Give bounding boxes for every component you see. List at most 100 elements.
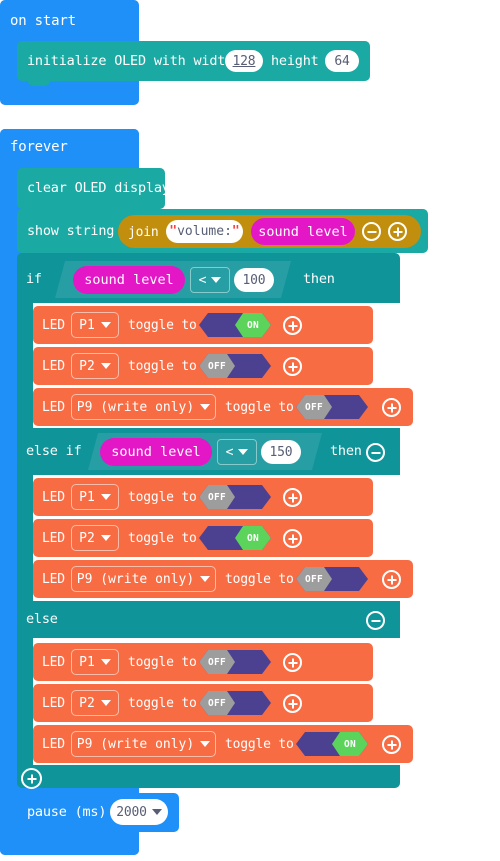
led-add-input-button[interactable]: [283, 653, 302, 672]
pause-label: pause (ms): [27, 804, 107, 820]
chevron-down-icon: [238, 449, 249, 455]
chevron-down-icon: [211, 277, 222, 283]
join-label: join: [128, 225, 159, 240]
sound-level-variable[interactable]: sound level: [251, 218, 355, 245]
led-prefix-label: LED: [42, 318, 65, 333]
led-mid-label: toggle to: [128, 655, 197, 670]
led-mid-label: toggle to: [225, 572, 294, 587]
pause-value-field[interactable]: 2000: [110, 799, 168, 825]
led-state-toggle[interactable]: OFF: [199, 354, 271, 378]
led-pin-label: P9 (write only): [76, 736, 195, 752]
block-notch: [28, 168, 50, 173]
else-if-operator-dropdown[interactable]: <: [217, 439, 257, 465]
led-pin-dropdown[interactable]: P9 (write only): [71, 731, 216, 757]
led-mid-label: toggle to: [225, 737, 294, 752]
else-if-then-label: then: [330, 443, 362, 459]
block-notch: [44, 684, 66, 689]
led-prefix-label: LED: [42, 400, 65, 415]
else-if-condition-variable[interactable]: sound level: [100, 438, 212, 466]
on-start-label: on start: [10, 13, 76, 29]
chevron-down-icon: [100, 322, 111, 328]
add-branch-button[interactable]: [21, 768, 42, 789]
block-notch: [44, 347, 66, 352]
led-pin-label: P2: [79, 358, 95, 374]
led-state-toggle[interactable]: OFF: [199, 650, 271, 674]
block-notch: [28, 253, 50, 258]
chevron-down-icon: [100, 494, 111, 500]
forever-bottom-cap: [0, 832, 139, 855]
chevron-down-icon: [200, 404, 211, 410]
chevron-down-icon: [100, 535, 111, 541]
join-string-value: volume:: [177, 224, 232, 239]
led-mid-label: toggle to: [128, 531, 197, 546]
if-operator-label: <: [198, 272, 207, 288]
led-mid-label: toggle to: [225, 400, 294, 415]
clear-oled-label: clear OLED display: [27, 180, 170, 196]
oled-width-field[interactable]: 128: [225, 50, 263, 72]
if-condition-variable[interactable]: sound level: [73, 266, 185, 294]
led-pin-dropdown[interactable]: P1: [71, 649, 119, 675]
led-state-toggle[interactable]: OFF: [296, 567, 368, 591]
led-pin-dropdown[interactable]: P1: [71, 312, 119, 338]
if-operator-dropdown[interactable]: <: [190, 267, 230, 293]
led-add-input-button[interactable]: [382, 570, 401, 589]
remove-else-button[interactable]: [366, 611, 385, 630]
led-pin-dropdown[interactable]: P2: [71, 353, 119, 379]
led-state-toggle[interactable]: OFF: [296, 395, 368, 419]
led-prefix-label: LED: [42, 490, 65, 505]
led-state-toggle[interactable]: OFF: [199, 485, 271, 509]
led-pin-dropdown[interactable]: P2: [71, 525, 119, 551]
led-pin-label: P9 (write only): [76, 571, 195, 587]
led-add-input-button[interactable]: [283, 316, 302, 335]
led-pin-dropdown[interactable]: P9 (write only): [71, 566, 216, 592]
led-prefix-label: LED: [42, 696, 65, 711]
block-bump: [28, 81, 50, 86]
quote-close: ": [231, 224, 240, 239]
led-pin-label: P1: [79, 317, 95, 333]
led-add-input-button[interactable]: [283, 529, 302, 548]
led-pin-dropdown[interactable]: P2: [71, 690, 119, 716]
chevron-down-icon: [151, 809, 162, 815]
else-keyword-label: else: [26, 611, 58, 627]
led-pin-label: P2: [79, 695, 95, 711]
block-notch: [44, 478, 66, 483]
sound-level-label: sound level: [258, 223, 348, 240]
led-add-input-button[interactable]: [283, 694, 302, 713]
led-pin-dropdown[interactable]: P9 (write only): [71, 394, 216, 420]
led-add-input-button[interactable]: [283, 488, 302, 507]
remove-branch-button[interactable]: [366, 443, 385, 462]
join-add-input-button[interactable]: [388, 222, 407, 241]
led-state-toggle[interactable]: ON: [296, 732, 368, 756]
blocks-workspace[interactable]: on start initialize OLED with width 128 …: [0, 0, 500, 861]
block-notch: [28, 209, 50, 214]
else-if-condition-value-field[interactable]: 150: [261, 440, 301, 464]
oled-height-field[interactable]: 64: [325, 50, 359, 72]
led-add-input-button[interactable]: [382, 398, 401, 417]
led-add-input-button[interactable]: [283, 357, 302, 376]
join-string-field[interactable]: " volume: ": [166, 220, 243, 243]
pause-value: 2000: [116, 804, 147, 820]
join-remove-input-button[interactable]: [362, 222, 381, 241]
else-if-operator-label: <: [225, 444, 234, 460]
chevron-down-icon: [100, 659, 111, 665]
led-pin-dropdown[interactable]: P1: [71, 484, 119, 510]
led-pin-label: P9 (write only): [76, 399, 195, 415]
block-notch: [28, 41, 50, 46]
block-notch: [44, 643, 66, 648]
block-notch: [44, 306, 66, 311]
block-notch: [44, 560, 66, 565]
led-mid-label: toggle to: [128, 696, 197, 711]
led-add-input-button[interactable]: [382, 735, 401, 754]
else-if-condition-variable-label: sound level: [111, 444, 201, 460]
if-condition-variable-label: sound level: [84, 272, 174, 288]
if-then-label: then: [303, 271, 335, 287]
block-notch: [44, 725, 66, 730]
chevron-down-icon: [100, 363, 111, 369]
led-pin-label: P1: [79, 489, 95, 505]
led-state-toggle[interactable]: ON: [199, 313, 271, 337]
led-state-toggle[interactable]: ON: [199, 526, 271, 550]
led-prefix-label: LED: [42, 737, 65, 752]
if-condition-value: 100: [242, 272, 266, 288]
led-state-toggle[interactable]: OFF: [199, 691, 271, 715]
if-condition-value-field[interactable]: 100: [234, 268, 274, 292]
